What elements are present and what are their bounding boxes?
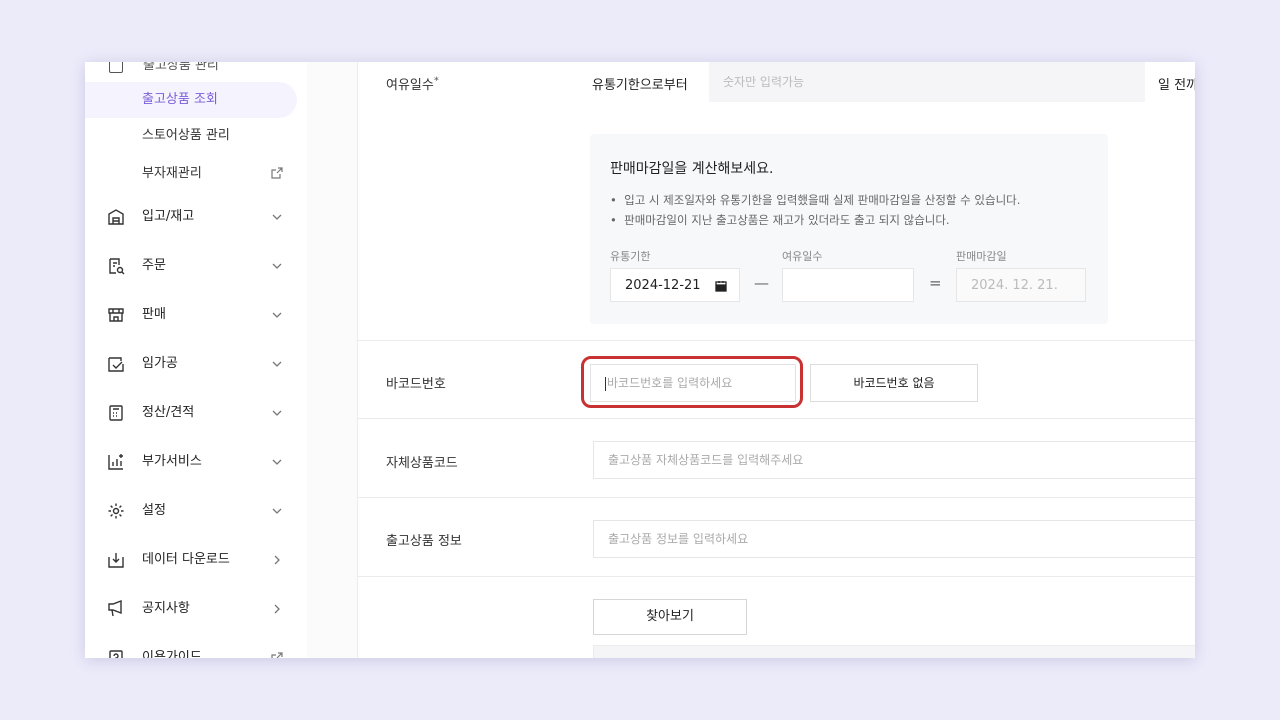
sidebar-item-materials[interactable]: 부자재관리 xyxy=(85,156,297,192)
spare-days-label: 여유일수* xyxy=(386,75,439,93)
calculator-bullet: • 판매마감일이 지난 출고상품은 재고가 있더라도 출고 되지 않습니다. xyxy=(610,213,950,227)
megaphone-icon xyxy=(108,600,122,617)
external-link-icon xyxy=(271,652,283,658)
calendar-icon[interactable] xyxy=(715,280,727,292)
form-card: 여유일수* 유통기한으로부터 숫자만 입력가능 일 전까 판매마감일을 계산해보… xyxy=(357,62,1195,658)
no-barcode-button[interactable]: 바코드번호 없음 xyxy=(810,364,978,402)
sidebar-item-outbound-search[interactable]: 출고상품 조회 xyxy=(85,82,297,118)
sidebar-item-sales[interactable]: 판매 xyxy=(85,295,297,335)
equals-sign: = xyxy=(929,274,942,292)
calculator-bullet: • 입고 시 제조일자와 유통기한을 입력했을때 실제 판매마감일을 산정할 수… xyxy=(610,193,1021,207)
divider xyxy=(358,576,1195,577)
box-icon xyxy=(109,62,123,73)
calculator-title: 판매마감일을 계산해보세요. xyxy=(610,161,774,177)
product-info-input[interactable]: 출고상품 정보를 입력하세요 xyxy=(593,520,1195,558)
chevron-right-icon xyxy=(274,604,280,614)
spare-days-input[interactable]: 숫자만 입력가능 xyxy=(709,62,1145,102)
warehouse-icon xyxy=(108,209,124,225)
sidebar-item-extra-services[interactable]: 부가서비스 xyxy=(85,442,297,482)
sidebar: 출고상품 관리 출고상품 조회 스토어상품 관리 부자재관리 입고/재고 주문 … xyxy=(85,62,308,658)
from-expiry-label: 유통기한으로부터 xyxy=(592,78,688,93)
divider xyxy=(358,418,1195,419)
store-icon xyxy=(108,308,124,322)
expiry-date-input[interactable]: 2024-12-21 xyxy=(610,268,740,302)
sidebar-item-settlement[interactable]: 정산/견적 xyxy=(85,393,297,433)
order-search-icon xyxy=(109,258,125,275)
minus-sign: — xyxy=(754,274,769,292)
chevron-down-icon xyxy=(272,312,282,318)
chevron-down-icon xyxy=(272,459,282,465)
main-content: 여유일수* 유통기한으로부터 숫자만 입력가능 일 전까 판매마감일을 계산해보… xyxy=(307,62,1195,658)
sidebar-item-orders[interactable]: 주문 xyxy=(85,246,297,286)
deadline-calculator: 판매마감일을 계산해보세요. • 입고 시 제조일자와 유통기한을 입력했을때 … xyxy=(590,134,1108,324)
sidebar-item-data-download[interactable]: 데이터 다운로드 xyxy=(85,540,297,580)
sidebar-item-notices[interactable]: 공지사항 xyxy=(85,589,297,629)
chevron-down-icon xyxy=(272,263,282,269)
calculator-icon xyxy=(109,405,123,421)
guide-icon xyxy=(109,650,123,658)
sidebar-item-guide[interactable]: 이용가이드 xyxy=(85,638,297,658)
divider xyxy=(358,340,1195,341)
sidebar-item-inbound-stock[interactable]: 입고/재고 xyxy=(85,197,297,237)
deadline-output: 2024. 12. 21. xyxy=(956,268,1086,302)
processing-icon xyxy=(108,357,124,372)
deadline-label: 판매마감일 xyxy=(956,250,1007,263)
spare-days-calc-input[interactable] xyxy=(782,268,914,302)
chevron-down-icon xyxy=(272,361,282,367)
chart-plus-icon xyxy=(108,454,123,470)
sidebar-item-outbound-products[interactable]: 출고상품 관리 xyxy=(109,62,219,73)
own-code-input[interactable]: 출고상품 자체상품코드를 입력해주세요 xyxy=(593,441,1195,479)
external-link-icon xyxy=(271,167,283,179)
divider xyxy=(358,497,1195,498)
highlight-ring xyxy=(581,356,803,408)
days-before-label: 일 전까 xyxy=(1158,78,1195,93)
spare-days-calc-label: 여유일수 xyxy=(782,250,823,263)
browse-button[interactable]: 찾아보기 xyxy=(593,599,747,635)
expiry-label: 유통기한 xyxy=(610,250,651,263)
file-list-box xyxy=(593,645,1195,658)
gear-icon xyxy=(108,503,124,519)
chevron-right-icon xyxy=(274,555,280,565)
chevron-down-icon xyxy=(272,508,282,514)
product-info-label: 출고상품 정보 xyxy=(386,534,462,549)
sidebar-item-settings[interactable]: 설정 xyxy=(85,491,297,531)
own-code-label: 자체상품코드 xyxy=(386,456,458,471)
sidebar-item-store-products[interactable]: 스토어상품 관리 xyxy=(85,118,297,154)
chevron-down-icon xyxy=(272,214,282,220)
chevron-down-icon xyxy=(272,410,282,416)
download-icon xyxy=(108,553,124,568)
app-window: 출고상품 관리 출고상품 조회 스토어상품 관리 부자재관리 입고/재고 주문 … xyxy=(85,62,1195,658)
sidebar-item-processing[interactable]: 임가공 xyxy=(85,344,297,384)
barcode-label: 바코드번호 xyxy=(386,377,446,392)
